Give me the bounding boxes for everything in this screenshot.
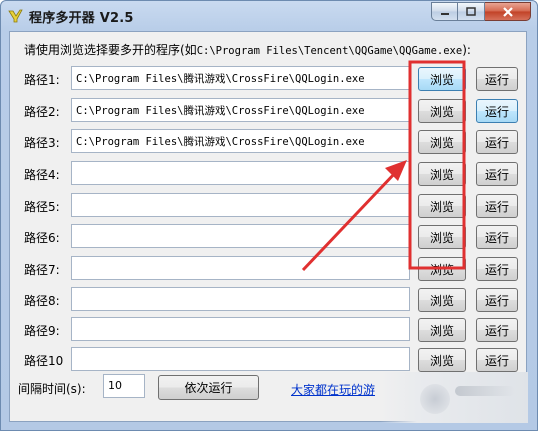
app-window: 程序多开器 V2.5 请使用浏览选择要多开的程序(如C:\Program Fil… <box>0 0 538 431</box>
watermark-overlay <box>380 372 528 423</box>
path-label: 路径1: <box>24 73 60 87</box>
close-button[interactable] <box>485 2 531 21</box>
path-label: 路径10 <box>24 354 64 368</box>
path-row: 路径4: 浏览 运行 <box>10 161 528 187</box>
path-row: 路径2: C:\Program Files\腾讯游戏\CrossFire\QQL… <box>10 98 528 124</box>
path-label: 路径9: <box>24 324 60 338</box>
browse-button[interactable]: 浏览 <box>418 348 466 372</box>
run-button[interactable]: 运行 <box>476 288 518 312</box>
instruction-prefix: 请使用浏览选择要多开的程序(如 <box>24 43 197 57</box>
close-icon <box>502 6 513 17</box>
run-button[interactable]: 运行 <box>476 67 518 91</box>
run-button[interactable]: 运行 <box>476 99 518 123</box>
interval-label: 间隔时间(s): <box>18 382 86 396</box>
browse-button[interactable]: 浏览 <box>418 67 466 91</box>
path-label: 路径8: <box>24 294 60 308</box>
window-title: 程序多开器 V2.5 <box>29 11 134 26</box>
maximize-button[interactable] <box>458 2 485 21</box>
browse-button[interactable]: 浏览 <box>418 130 466 154</box>
path-input[interactable] <box>71 224 410 248</box>
interval-input[interactable]: 10 <box>103 374 145 398</box>
run-all-button[interactable]: 依次运行 <box>158 375 259 400</box>
path-row: 路径3: C:\Program Files\腾讯游戏\CrossFire\QQL… <box>10 129 528 155</box>
run-button[interactable]: 运行 <box>476 162 518 186</box>
title-bar[interactable]: 程序多开器 V2.5 <box>1 1 537 31</box>
browse-button[interactable]: 浏览 <box>418 194 466 218</box>
path-label: 路径7: <box>24 263 60 277</box>
path-input[interactable]: C:\Program Files\腾讯游戏\CrossFire\QQLogin.… <box>71 66 410 90</box>
browse-button[interactable]: 浏览 <box>418 225 466 249</box>
path-row: 路径8: 浏览 运行 <box>10 287 528 313</box>
path-input[interactable] <box>71 287 410 311</box>
path-label: 路径3: <box>24 136 60 150</box>
browse-button[interactable]: 浏览 <box>418 162 466 186</box>
browse-button[interactable]: 浏览 <box>418 318 466 342</box>
run-button[interactable]: 运行 <box>476 257 518 281</box>
path-row: 路径7: 浏览 运行 <box>10 256 528 282</box>
path-input[interactable] <box>71 347 410 371</box>
instruction-suffix: ): <box>462 43 471 57</box>
path-label: 路径2: <box>24 105 60 119</box>
instruction-text: 请使用浏览选择要多开的程序(如C:\Program Files\Tencent\… <box>24 41 471 58</box>
path-input[interactable] <box>71 193 410 217</box>
path-input[interactable]: C:\Program Files\腾讯游戏\CrossFire\QQLogin.… <box>71 98 410 122</box>
maximize-icon <box>466 7 476 16</box>
main-panel: 请使用浏览选择要多开的程序(如C:\Program Files\Tencent\… <box>9 31 528 423</box>
run-button[interactable]: 运行 <box>476 318 518 342</box>
path-row: 路径1: C:\Program Files\腾讯游戏\CrossFire\QQL… <box>10 66 528 92</box>
instruction-example-path: C:\Program Files\Tencent\QQGame\QQGame.e… <box>196 45 463 57</box>
run-button[interactable]: 运行 <box>476 348 518 372</box>
path-label: 路径4: <box>24 168 60 182</box>
path-row: 路径5: 浏览 运行 <box>10 193 528 219</box>
window-controls <box>431 2 531 22</box>
path-label: 路径6: <box>24 231 60 245</box>
browse-button[interactable]: 浏览 <box>418 288 466 312</box>
path-label: 路径5: <box>24 200 60 214</box>
run-button[interactable]: 运行 <box>476 194 518 218</box>
path-input[interactable] <box>71 317 410 341</box>
path-input[interactable] <box>71 256 410 280</box>
run-button[interactable]: 运行 <box>476 225 518 249</box>
path-input[interactable]: C:\Program Files\腾讯游戏\CrossFire\QQLogin.… <box>71 129 410 153</box>
browse-button[interactable]: 浏览 <box>418 99 466 123</box>
path-row: 路径10 浏览 运行 <box>10 347 528 373</box>
path-row: 路径6: 浏览 运行 <box>10 224 528 250</box>
minimize-button[interactable] <box>431 2 458 21</box>
minimize-icon <box>440 12 449 15</box>
path-row: 路径9: 浏览 运行 <box>10 317 528 343</box>
path-input[interactable] <box>71 161 410 185</box>
games-link[interactable]: 大家都在玩的游 <box>291 381 375 398</box>
browse-button[interactable]: 浏览 <box>418 257 466 281</box>
app-logo-icon <box>8 9 23 23</box>
run-button[interactable]: 运行 <box>476 130 518 154</box>
